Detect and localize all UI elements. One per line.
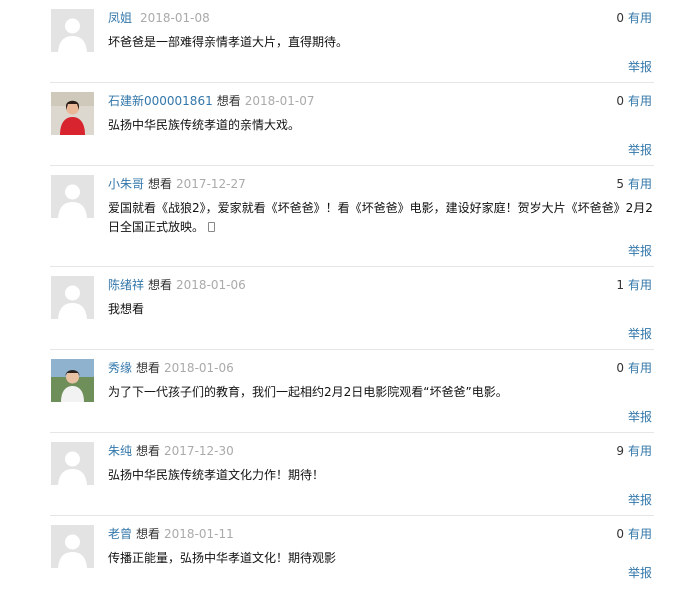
- default-avatar-icon[interactable]: [51, 442, 94, 485]
- vote-area: 0 有用: [616, 360, 652, 376]
- username-link[interactable]: 凤姐: [108, 11, 132, 25]
- comment-text: 弘扬中华民族传统孝道文化力作！期待！: [108, 468, 325, 482]
- report-link[interactable]: 举报: [628, 326, 652, 342]
- comment-text: 我想看: [108, 302, 145, 316]
- username-link[interactable]: 小朱哥: [108, 177, 144, 191]
- username-link[interactable]: 朱纯: [108, 444, 132, 458]
- comment-list: 凤姐 2018-01-08 0 有用 坏爸爸是一部难得亲情孝道大片，直得期待。 举报…: [0, 0, 692, 589]
- comment-date: 2018-01-07: [244, 94, 315, 108]
- watch-status: 想看: [148, 177, 173, 191]
- comment-meta: 小朱哥 想看 2017-12-27: [108, 176, 246, 192]
- comment-item: 凤姐 2018-01-08 0 有用 坏爸爸是一部难得亲情孝道大片，直得期待。 举报: [0, 0, 692, 83]
- useful-button[interactable]: 有用: [628, 177, 652, 191]
- comment-text-wrapper: 爱国就看《战狼2》，爱家就看《坏爸爸》！看《坏爸爸》电影，建设好家庭！贺岁大片《…: [108, 199, 653, 237]
- report-link[interactable]: 举报: [628, 565, 652, 581]
- vote-count: 1: [616, 278, 624, 292]
- comment-item: 陈绪祥 想看 2018-01-06 1 有用 我想看 举报: [0, 267, 692, 350]
- comment-meta: 老曾 想看 2018-01-11: [108, 526, 234, 542]
- comment-item: 老曾 想看 2018-01-11 0 有用 传播正能量，弘扬中华孝道文化！期待观影 举…: [0, 516, 692, 589]
- useful-button[interactable]: 有用: [628, 444, 652, 458]
- comment-item: 秀缘 想看 2018-01-06 0 有用 为了下一代孩子们的教育，我们一起相约2月2…: [0, 350, 692, 433]
- vote-count: 0: [616, 361, 624, 375]
- report-link[interactable]: 举报: [628, 243, 652, 259]
- default-avatar-icon[interactable]: [51, 9, 94, 52]
- vote-area: 5 有用: [616, 176, 652, 192]
- watch-status: 想看: [216, 94, 241, 108]
- username-link[interactable]: 石建新000001861: [108, 94, 213, 108]
- mobile-phone-icon: [208, 222, 216, 232]
- username-link[interactable]: 老曾: [108, 527, 132, 541]
- vote-area: 1 有用: [616, 277, 652, 293]
- comment-meta: 石建新000001861 想看 2018-01-07: [108, 93, 314, 109]
- comment-date: 2017-12-30: [164, 444, 234, 458]
- default-avatar-icon[interactable]: [51, 276, 94, 319]
- vote-count: 0: [616, 11, 624, 25]
- comment-date: 2018-01-11: [164, 527, 234, 541]
- useful-button[interactable]: 有用: [628, 11, 652, 25]
- username-link[interactable]: 陈绪祥: [108, 278, 144, 292]
- vote-count: 0: [616, 94, 624, 108]
- report-link[interactable]: 举报: [628, 142, 652, 158]
- watch-status: 想看: [136, 361, 161, 375]
- watch-status: 想看: [148, 278, 173, 292]
- report-link[interactable]: 举报: [628, 409, 652, 425]
- comment-date: 2017-12-27: [176, 177, 246, 191]
- comment-text: 为了下一代孩子们的教育，我们一起相约2月2日电影院观看“坏爸爸”电影。: [108, 385, 508, 399]
- comment-meta: 陈绪祥 想看 2018-01-06: [108, 277, 246, 293]
- comment-meta: 朱纯 想看 2017-12-30: [108, 443, 234, 459]
- useful-button[interactable]: 有用: [628, 94, 652, 108]
- comment-text: 传播正能量，弘扬中华孝道文化！期待观影: [108, 551, 337, 565]
- watch-status: 想看: [136, 527, 161, 541]
- comment-date: 2018-01-08: [140, 11, 210, 25]
- useful-button[interactable]: 有用: [628, 527, 652, 541]
- watch-status: 想看: [136, 444, 161, 458]
- photo-avatar-outdoor-icon[interactable]: [51, 359, 94, 402]
- comment-meta: 秀缘 想看 2018-01-06: [108, 360, 234, 376]
- default-avatar-icon[interactable]: [51, 525, 94, 568]
- comment-item: 小朱哥 想看 2017-12-27 5 有用 爱国就看《战狼2》，爱家就看《坏爸爸》！…: [0, 166, 692, 267]
- vote-area: 9 有用: [616, 443, 652, 459]
- report-link[interactable]: 举报: [628, 59, 652, 75]
- default-avatar-icon[interactable]: [51, 175, 94, 218]
- vote-area: 0 有用: [616, 93, 652, 109]
- comment-item: 石建新000001861 想看 2018-01-07 0 有用 弘扬中华民族传统孝道的…: [0, 83, 692, 166]
- comment-date: 2018-01-06: [164, 361, 234, 375]
- photo-avatar-red-icon[interactable]: [51, 92, 94, 135]
- comment-date: 2018-01-06: [176, 278, 246, 292]
- comment-text: 坏爸爸是一部难得亲情孝道大片，直得期待。: [108, 35, 349, 49]
- vote-count: 0: [616, 527, 624, 541]
- report-link[interactable]: 举报: [628, 492, 652, 508]
- useful-button[interactable]: 有用: [628, 361, 652, 375]
- useful-button[interactable]: 有用: [628, 278, 652, 292]
- vote-area: 0 有用: [616, 526, 652, 542]
- comment-text: 弘扬中华民族传统孝道的亲情大戏。: [108, 118, 301, 132]
- vote-area: 0 有用: [616, 10, 652, 26]
- vote-count: 5: [616, 177, 624, 191]
- comment-meta: 凤姐 2018-01-08: [108, 10, 210, 26]
- username-link[interactable]: 秀缘: [108, 361, 132, 375]
- comment-text: 爱国就看《战狼2》，爱家就看《坏爸爸》！看《坏爸爸》电影，建设好家庭！贺岁大片《…: [108, 201, 653, 234]
- comment-item: 朱纯 想看 2017-12-30 9 有用 弘扬中华民族传统孝道文化力作！期待！ 举报: [0, 433, 692, 516]
- vote-count: 9: [616, 444, 624, 458]
